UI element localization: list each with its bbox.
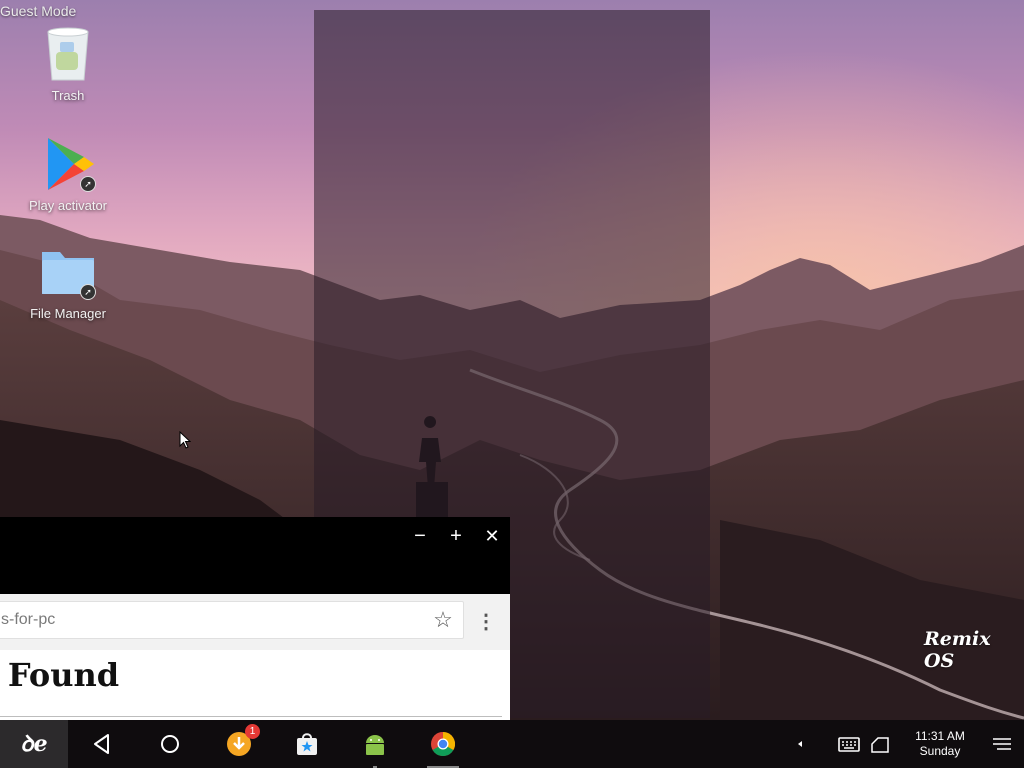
chrome-icon — [431, 732, 455, 756]
home-button[interactable] — [146, 720, 194, 768]
desktop-icon-file-manager[interactable]: ➚ File Manager — [13, 242, 123, 321]
desktop-icon-label: Play activator — [28, 198, 108, 213]
desktop-icon-trash[interactable]: Trash — [13, 24, 123, 103]
desktop-icon-label: Trash — [51, 88, 85, 103]
clock-time: 11:31 AM — [915, 729, 965, 743]
guest-mode-label: Guest Mode — [0, 3, 77, 19]
browser-window: − + ✕ s-for-pc ☆ ⋮ t Found — [0, 517, 510, 720]
mouse-cursor-icon — [179, 430, 192, 454]
signal-icon — [871, 737, 889, 753]
caret-left-icon — [798, 741, 802, 747]
menu-lines-icon — [993, 738, 1011, 750]
start-menu-button[interactable]: ꝺe — [0, 720, 68, 768]
notification-badge: 1 — [245, 724, 260, 739]
desktop-icon-label: File Manager — [30, 306, 106, 321]
address-bar[interactable]: s-for-pc ☆ — [0, 601, 464, 639]
more-menu-icon[interactable]: ⋮ — [476, 610, 496, 634]
app-store-icon — [297, 733, 317, 755]
taskbar: ꝺe 1 11:31 AM Sunday — [0, 720, 1024, 768]
clock-day: Sunday — [919, 744, 961, 758]
folder-icon: ➚ — [38, 242, 98, 302]
clock[interactable]: 11:31 AM Sunday — [906, 729, 974, 759]
page-content: t Found — [0, 650, 510, 720]
play-store-icon: ➚ — [38, 134, 98, 194]
shortcut-arrow-icon: ➚ — [80, 176, 96, 192]
back-button[interactable] — [78, 720, 126, 768]
notification-center-button[interactable] — [978, 720, 1024, 768]
divider — [0, 716, 502, 717]
tray-expand-button[interactable] — [776, 720, 824, 768]
signal-status[interactable] — [856, 720, 904, 768]
desktop-icon-play-activator[interactable]: ➚ Play activator — [13, 134, 123, 213]
minimize-button[interactable]: − — [406, 525, 434, 547]
taskbar-app-store[interactable] — [283, 720, 331, 768]
taskbar-app-download-manager[interactable]: 1 — [215, 720, 263, 768]
bookmark-star-icon[interactable]: ☆ — [431, 608, 455, 632]
trash-icon — [38, 24, 98, 84]
window-title-bar[interactable]: − + ✕ — [0, 517, 510, 594]
address-text: s-for-pc — [1, 611, 56, 628]
taskbar-app-chrome[interactable] — [419, 720, 467, 768]
remix-os-watermark: Remix OS — [924, 628, 991, 672]
home-icon — [161, 735, 179, 753]
back-icon — [94, 734, 109, 754]
android-icon — [366, 735, 384, 755]
maximize-button[interactable]: + — [442, 525, 470, 547]
browser-toolbar: s-for-pc ☆ ⋮ — [0, 594, 510, 650]
page-heading: t Found — [0, 656, 120, 694]
taskbar-app-android[interactable] — [351, 720, 399, 768]
close-button[interactable]: ✕ — [478, 525, 506, 547]
shortcut-arrow-icon: ➚ — [80, 284, 96, 300]
